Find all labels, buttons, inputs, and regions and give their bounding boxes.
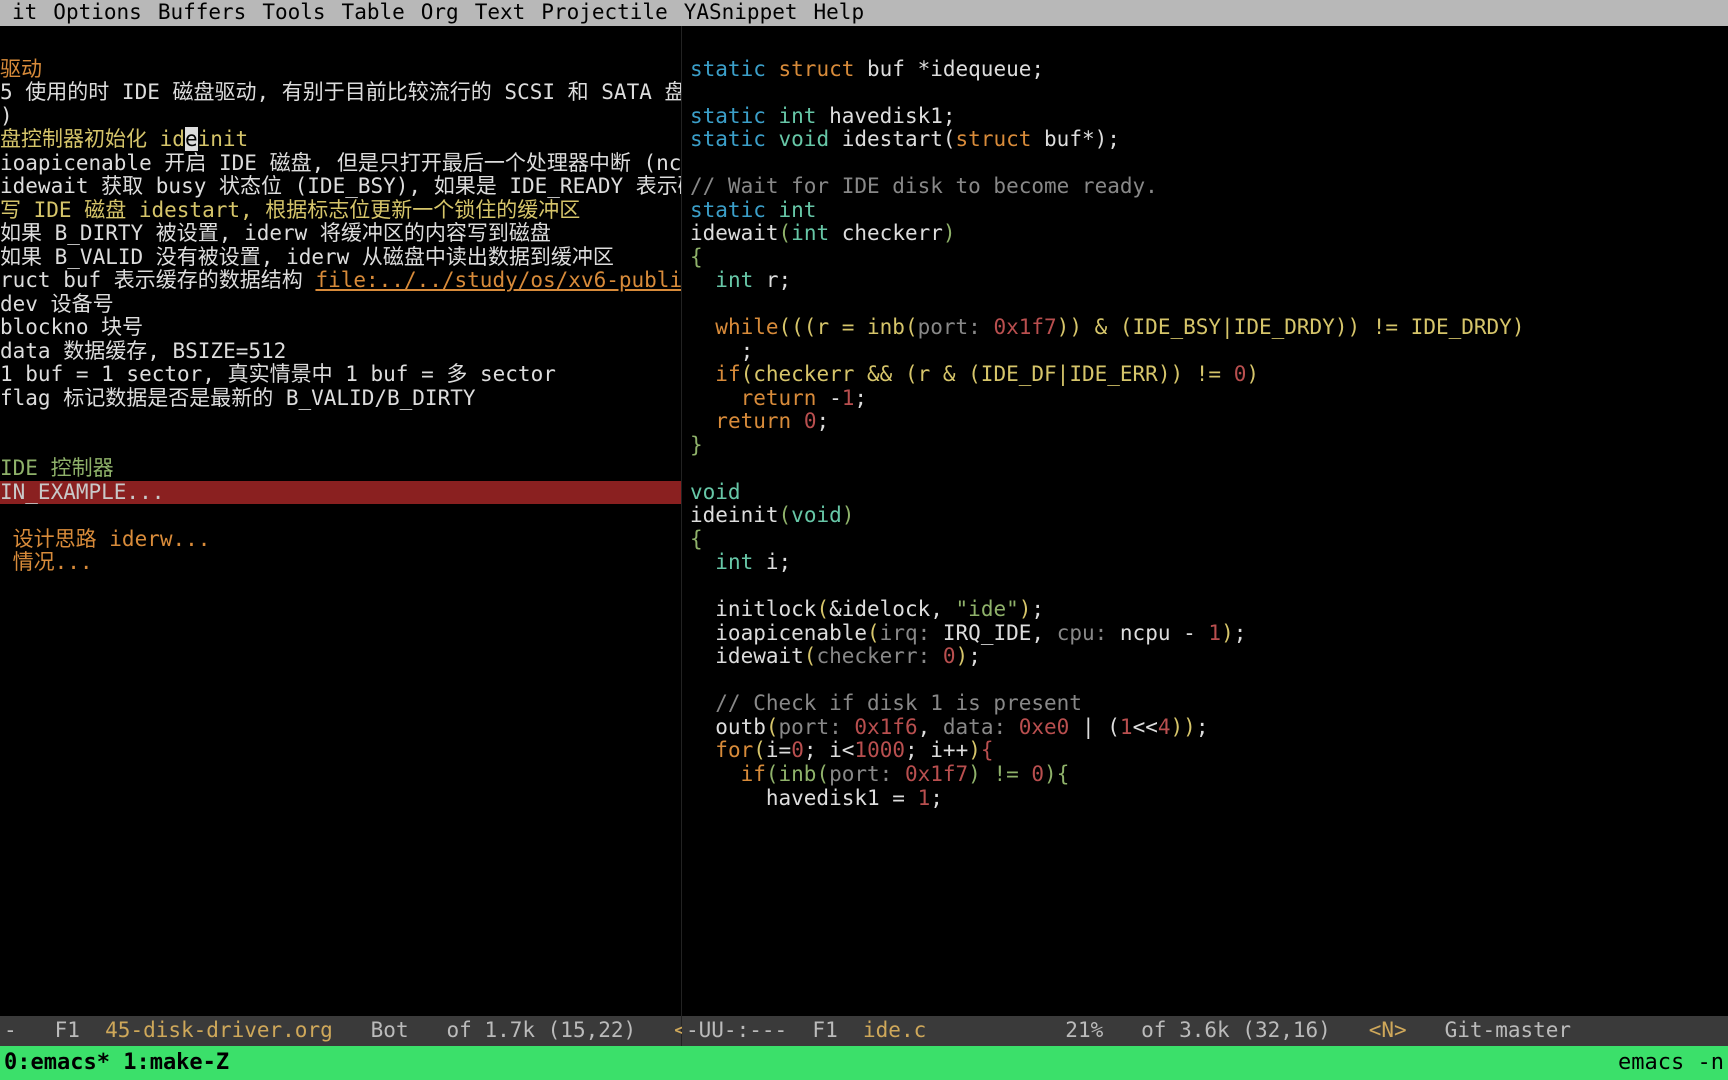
menu-item[interactable]: it <box>4 1 45 25</box>
code-line: idewait(checkerr: 0); <box>690 644 981 668</box>
org-block-begin: IN_EXAMPLE... <box>0 481 681 505</box>
tmux-windows[interactable]: 0:emacs* 1:make-Z <box>4 1051 229 1076</box>
code-line: void <box>690 480 741 504</box>
menu-item[interactable]: Table <box>334 1 413 25</box>
org-text: ruct buf 表示缓存的数据结构 file:../../study/os/x… <box>0 268 682 292</box>
code-line: int i; <box>690 550 791 574</box>
org-text: 如果 B_VALID 没有被设置, iderw 从磁盘中读出数据到缓冲区 <box>0 245 614 269</box>
org-heading: 写 IDE 磁盘 idestart, 根据标志位更新一个锁住的缓冲区 <box>0 198 580 222</box>
modeline-left: - F1 45-disk-driver.org Bot of 1.7k (15,… <box>0 1016 682 1046</box>
code-line: static int havedisk1; <box>690 104 956 128</box>
code-line: outb(port: 0x1f6, data: 0xe0 | (1<<4)); <box>690 715 1208 739</box>
menu-item[interactable]: Text <box>467 1 534 25</box>
menubar[interactable]: it Options Buffers Tools Table Org Text … <box>0 0 1728 26</box>
file-link[interactable]: file:../../study/os/xv6-public/buf.h <box>315 268 682 292</box>
org-text: data 数据缓存, BSIZE=512 <box>0 339 286 363</box>
buffer-name: 45-disk-driver.org <box>105 1019 333 1043</box>
menu-item[interactable]: Org <box>413 1 467 25</box>
org-heading: 驱动 <box>0 57 42 81</box>
menu-item[interactable]: Tools <box>254 1 333 25</box>
code-line: int r; <box>690 268 791 292</box>
menu-item[interactable]: Options <box>45 1 150 25</box>
code-line: while(((r = inb(port: 0x1f7)) & (IDE_BSY… <box>690 315 1524 339</box>
code-line: static struct buf *idequeue; <box>690 57 1044 81</box>
code-line: initlock(&idelock, "ide"); <box>690 597 1044 621</box>
org-text: blockno 块号 <box>0 315 143 339</box>
code-line: if(checkerr && (r & (IDE_DF|IDE_ERR)) !=… <box>690 362 1259 386</box>
org-heading-folded[interactable]: 设计思路 iderw... <box>0 527 210 551</box>
evil-state: <N> <box>1369 1019 1407 1043</box>
code-line: return -1; <box>690 386 867 410</box>
code-line: havedisk1 = 1; <box>690 786 943 810</box>
modeline-right: -UU-:--- F1 ide.c 21% of 3.6k (32,16) <N… <box>682 1016 1728 1046</box>
org-heading: IDE 控制器 <box>0 456 114 480</box>
editor-split: 驱动 5 使用的时 IDE 磁盘驱动, 有别于目前比较流行的 SCSI 和 SA… <box>0 26 1728 1046</box>
org-heading-folded[interactable]: 情况... <box>0 550 93 574</box>
org-heading: 盘控制器初始化 ideinit <box>0 127 248 151</box>
code-comment: // Check if disk 1 is present <box>690 691 1082 715</box>
org-text: dev 设备号 <box>0 292 114 316</box>
org-text: 如果 B_DIRTY 被设置, iderw 将缓冲区的内容写到磁盘 <box>0 221 551 245</box>
buffer-name: ide.c <box>863 1019 926 1043</box>
menu-item[interactable]: Buffers <box>150 1 255 25</box>
code-line: if(inb(port: 0x1f7) != 0){ <box>690 762 1069 786</box>
right-pane-code[interactable]: static struct buf *idequeue; static int … <box>682 26 1728 1046</box>
code-line: return 0; <box>690 409 829 433</box>
code-line: ; <box>690 339 753 363</box>
org-text: ioapicenable 开启 IDE 磁盘, 但是只打开最后一个处理器中断 (… <box>0 151 682 175</box>
code-line: idewait(int checkerr) <box>690 221 956 245</box>
code-line: } <box>690 433 703 457</box>
code-line: static int <box>690 198 816 222</box>
org-text: 5 使用的时 IDE 磁盘驱动, 有别于目前比较流行的 SCSI 和 SATA … <box>0 80 682 104</box>
code-line: ideinit(void) <box>690 503 854 527</box>
code-comment: // Wait for IDE disk to become ready. <box>690 174 1158 198</box>
tmux-status-bar[interactable]: 0:emacs* 1:make-Z emacs -n <box>0 1046 1728 1080</box>
code-line: for(i=0; i<1000; i++){ <box>690 738 994 762</box>
org-text: ) <box>0 104 13 128</box>
code-line: ioapicenable(irq: IRQ_IDE, cpu: ncpu - 1… <box>690 621 1246 645</box>
tmux-right: emacs -n <box>1618 1051 1724 1076</box>
org-text: flag 标记数据是否是最新的 B_VALID/B_DIRTY <box>0 386 476 410</box>
org-text: idewait 获取 busy 状态位 (IDE_BSY), 如果是 IDE_R… <box>0 174 682 198</box>
code-line: static void idestart(struct buf*); <box>690 127 1120 151</box>
code-line: { <box>690 245 703 269</box>
menu-item[interactable]: Help <box>806 1 873 25</box>
org-text: 1 buf = 1 sector, 真实情景中 1 buf = 多 sector <box>0 362 556 386</box>
text-cursor: e <box>185 127 198 151</box>
menu-item[interactable]: Projectile <box>533 1 675 25</box>
code-line: { <box>690 527 703 551</box>
left-pane-org[interactable]: 驱动 5 使用的时 IDE 磁盘驱动, 有别于目前比较流行的 SCSI 和 SA… <box>0 26 682 1046</box>
menu-item[interactable]: YASnippet <box>676 1 806 25</box>
